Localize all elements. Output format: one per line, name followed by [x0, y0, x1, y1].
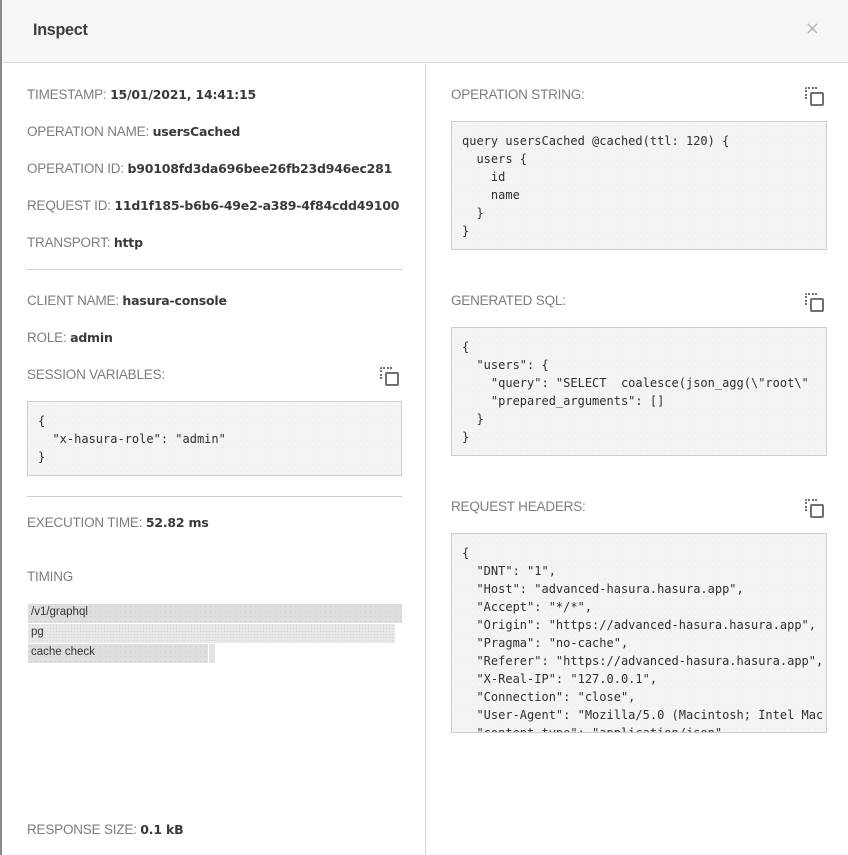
response-size-value: 0.1 kB — [140, 822, 184, 837]
timing-span-label: pg — [31, 626, 44, 638]
transport-value: http — [113, 235, 143, 250]
role-label: ROLE: — [27, 330, 71, 345]
inspect-modal: Inspect × TIMESTAMP: 15/01/2021, 14:41:1… — [0, 0, 848, 855]
role-value: admin — [70, 330, 113, 345]
operation-name-value: usersCached — [152, 124, 241, 139]
client-name-label: CLIENT NAME: — [27, 293, 123, 308]
operation-string-text: query usersCached @cached(ttl: 120) { us… — [462, 134, 730, 238]
generated-sql-code: { "users": { "query": "SELECT coalesce(j… — [451, 327, 827, 456]
timing-bar-pg — [28, 624, 395, 643]
session-variables-text: { "x-hasura-role": "admin" } — [38, 414, 226, 464]
copy-request-headers-icon[interactable] — [804, 498, 826, 520]
timing-row-cache-check[interactable]: cache check — [28, 644, 408, 663]
generated-sql-text: { "users": { "query": "SELECT coalesce(j… — [462, 340, 809, 444]
operation-string-label: OPERATION STRING: — [451, 87, 585, 102]
generated-sql-label: GENERATED SQL: — [451, 293, 566, 308]
response-size-label: RESPONSE SIZE: — [27, 822, 141, 837]
timing-label: TIMING — [27, 569, 74, 584]
timing-span-label: /v1/graphql — [31, 606, 88, 618]
operation-id-value: b90108fd3da696bee26fb23d946ec281 — [127, 161, 393, 176]
request-id-field: REQUEST ID: 11d1f185-b6b6-49e2-a389-4f84… — [27, 198, 399, 213]
request-id-value: 11d1f185-b6b6-49e2-a389-4f84cdd49100 — [114, 198, 400, 213]
execution-time-field: EXECUTION TIME: 52.82 ms — [27, 515, 209, 530]
execution-time-value: 52.82 ms — [145, 515, 209, 530]
copy-generated-sql-icon[interactable] — [804, 292, 826, 314]
session-variables-label: SESSION VARIABLES: — [27, 367, 165, 382]
copy-operation-string-icon[interactable] — [804, 86, 826, 108]
right-column: OPERATION STRING: query usersCached @cac… — [426, 64, 848, 855]
operation-name-label: OPERATION NAME: — [27, 124, 153, 139]
operation-id-field: OPERATION ID: b90108fd3da696bee26fb23d94… — [27, 161, 392, 176]
operation-string-code: query usersCached @cached(ttl: 120) { us… — [451, 121, 827, 250]
session-variables-code: { "x-hasura-role": "admin" } — [27, 401, 402, 476]
request-headers-text: { "DNT": "1", "Host": "advanced-hasura.h… — [462, 546, 824, 733]
request-headers-label: REQUEST HEADERS: — [451, 499, 586, 514]
request-headers-code[interactable]: { "DNT": "1", "Host": "advanced-hasura.h… — [451, 533, 827, 733]
timestamp-field: TIMESTAMP: 15/01/2021, 14:41:15 — [27, 87, 256, 102]
timing-row-graphql[interactable]: /v1/graphql — [28, 604, 408, 623]
timing-chart: /v1/graphql pg cache check — [28, 604, 408, 664]
request-id-label: REQUEST ID: — [27, 198, 115, 213]
client-name-field: CLIENT NAME: hasura-console — [27, 293, 227, 308]
operation-id-label: OPERATION ID: — [27, 161, 128, 176]
role-field: ROLE: admin — [27, 330, 113, 345]
timestamp-label: TIMESTAMP: — [27, 87, 111, 102]
transport-field: TRANSPORT: http — [27, 235, 143, 250]
response-size-field: RESPONSE SIZE: 0.1 kB — [27, 822, 184, 837]
client-name-value: hasura-console — [122, 293, 227, 308]
close-icon[interactable]: × — [805, 18, 820, 40]
left-column: TIMESTAMP: 15/01/2021, 14:41:15 OPERATIO… — [2, 64, 425, 855]
timestamp-value: 15/01/2021, 14:41:15 — [110, 87, 257, 102]
modal-title: Inspect — [33, 20, 88, 39]
modal-header: Inspect × — [2, 0, 848, 63]
timing-bar-cache-check-extra — [209, 644, 215, 663]
copy-session-variables-icon[interactable] — [379, 366, 401, 388]
timing-span-label: cache check — [31, 646, 95, 658]
operation-name-field: OPERATION NAME: usersCached — [27, 124, 240, 139]
timing-row-pg[interactable]: pg — [28, 624, 408, 643]
divider — [27, 269, 402, 270]
execution-time-label: EXECUTION TIME: — [27, 515, 146, 530]
divider — [27, 496, 402, 497]
transport-label: TRANSPORT: — [27, 235, 114, 250]
